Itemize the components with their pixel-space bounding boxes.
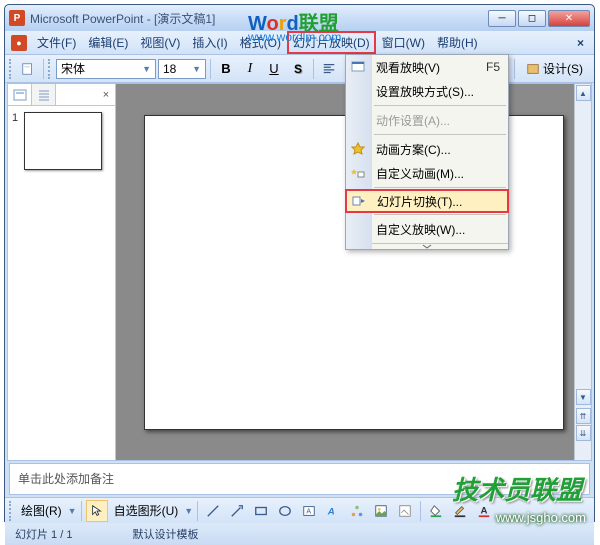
- separator: [81, 501, 82, 521]
- menu-item-label: 设置放映方式(S)...: [376, 83, 474, 100]
- textbox-icon[interactable]: A: [298, 500, 320, 522]
- menu-animation-schemes[interactable]: 动画方案(C)...: [346, 137, 508, 161]
- italic-button[interactable]: I: [239, 58, 261, 80]
- toolbar-handle[interactable]: [9, 59, 13, 79]
- notes-placeholder: 单击此处添加备注: [18, 472, 114, 486]
- new-slide-icon[interactable]: [17, 58, 39, 80]
- slide-counter: 幻灯片 1 / 1: [15, 526, 72, 542]
- separator: [210, 59, 211, 79]
- shadow-button[interactable]: S: [287, 58, 309, 80]
- template-name: 默认设计模板: [132, 526, 198, 542]
- oval-icon[interactable]: [274, 500, 296, 522]
- dropdown-arrow-icon: ▼: [142, 64, 151, 74]
- menu-item-label: 自定义放映(W)...: [376, 221, 465, 238]
- prev-slide-icon[interactable]: ⇈: [576, 408, 591, 424]
- separator: [514, 59, 515, 79]
- play-show-icon: [350, 59, 366, 75]
- menu-slide-transition[interactable]: 幻灯片切换(T)...: [345, 189, 509, 213]
- line-icon[interactable]: [202, 500, 224, 522]
- watermark-url: www.wordlm.com: [248, 30, 341, 44]
- close-document-button[interactable]: ×: [569, 34, 592, 52]
- dropdown-arrow-icon: ▼: [184, 506, 193, 516]
- office-icon[interactable]: ●: [11, 35, 27, 51]
- close-button[interactable]: ✕: [548, 10, 590, 27]
- close-panel-button[interactable]: ×: [97, 84, 115, 105]
- watermark-jsy: 技术员联盟: [452, 470, 582, 507]
- watermark-jsgho: www.jsgho.com: [496, 510, 586, 525]
- menu-insert[interactable]: 插入(I): [186, 31, 233, 54]
- slide-number: 1: [12, 112, 24, 170]
- slide-preview: [24, 112, 102, 170]
- align-left-icon[interactable]: [318, 58, 340, 80]
- separator: [43, 59, 44, 79]
- thumbnails-panel: × 1: [8, 84, 116, 460]
- svg-text:A: A: [307, 508, 312, 515]
- diagram-icon[interactable]: [346, 500, 368, 522]
- menu-custom-shows[interactable]: 自定义放映(W)...: [346, 217, 508, 241]
- custom-animation-icon: [350, 165, 366, 181]
- menu-action-settings: 动作设置(A)...: [346, 108, 508, 132]
- separator: [313, 59, 314, 79]
- menu-item-label: 幻灯片切换(T)...: [377, 193, 462, 210]
- select-objects-icon[interactable]: [86, 500, 108, 522]
- slide-thumbnail[interactable]: 1: [8, 106, 115, 176]
- window-controls: ─ ◻ ✕: [488, 10, 590, 27]
- maximize-button[interactable]: ◻: [518, 10, 546, 27]
- statusbar: 幻灯片 1 / 1 默认设计模板: [5, 523, 594, 545]
- thumbnail-tabs: ×: [8, 84, 115, 106]
- fill-color-icon[interactable]: [425, 500, 447, 522]
- design-button[interactable]: 设计(S): [519, 58, 590, 80]
- font-size-combo[interactable]: 18 ▼: [158, 59, 206, 79]
- scroll-up-icon[interactable]: ▲: [576, 85, 591, 101]
- menu-separator: [374, 105, 506, 106]
- scroll-down-icon[interactable]: ▼: [576, 389, 591, 405]
- clipart-icon[interactable]: [370, 500, 392, 522]
- menu-item-label: 自定义动画(M)...: [376, 165, 464, 182]
- menu-item-label: 观看放映(V): [376, 59, 440, 76]
- bold-button[interactable]: B: [215, 58, 237, 80]
- menu-separator: [374, 134, 506, 135]
- menu-custom-animation[interactable]: 自定义动画(M)...: [346, 161, 508, 185]
- menu-view-show[interactable]: 观看放映(V) F5: [346, 55, 508, 79]
- menu-separator: [374, 214, 506, 215]
- font-name-value: 宋体: [61, 60, 85, 77]
- toolbar-handle[interactable]: [9, 501, 13, 521]
- picture-icon[interactable]: [394, 500, 416, 522]
- menu-view[interactable]: 视图(V): [134, 31, 186, 54]
- separator: [197, 501, 198, 521]
- menu-item-label: 动作设置(A)...: [376, 112, 450, 129]
- font-size-value: 18: [163, 62, 176, 76]
- minimize-button[interactable]: ─: [488, 10, 516, 27]
- menu-separator: [374, 187, 506, 188]
- draw-menu[interactable]: 绘图(R): [17, 502, 66, 519]
- animation-scheme-icon: [350, 141, 366, 157]
- svg-text:A: A: [327, 506, 335, 517]
- menu-shortcut: F5: [486, 60, 500, 74]
- rectangle-icon[interactable]: [250, 500, 272, 522]
- autoshapes-menu[interactable]: 自选图形(U): [110, 502, 183, 519]
- underline-button[interactable]: U: [263, 58, 285, 80]
- menu-window[interactable]: 窗口(W): [376, 31, 431, 54]
- menu-setup-show[interactable]: 设置放映方式(S)...: [346, 79, 508, 103]
- font-name-combo[interactable]: 宋体 ▼: [56, 59, 156, 79]
- slides-tab[interactable]: [8, 84, 32, 105]
- menu-edit[interactable]: 编辑(E): [82, 31, 134, 54]
- vertical-scrollbar[interactable]: ▲ ▼ ⇈ ⇊: [574, 84, 591, 460]
- menu-help[interactable]: 帮助(H): [431, 31, 484, 54]
- slide-transition-icon: [351, 193, 367, 209]
- arrow-icon[interactable]: [226, 500, 248, 522]
- separator: [420, 501, 421, 521]
- dropdown-arrow-icon: ▼: [192, 64, 201, 74]
- dropdown-arrow-icon: ▼: [68, 506, 77, 516]
- slideshow-dropdown: 观看放映(V) F5 设置放映方式(S)... 动作设置(A)... 动画方案(…: [345, 54, 509, 250]
- powerpoint-icon: P: [9, 10, 25, 26]
- design-label: 设计(S): [543, 60, 583, 77]
- wordart-icon[interactable]: A: [322, 500, 344, 522]
- toolbar-handle[interactable]: [48, 59, 52, 79]
- menu-item-label: 动画方案(C)...: [376, 141, 451, 158]
- next-slide-icon[interactable]: ⇊: [576, 425, 591, 441]
- outline-tab[interactable]: [32, 84, 56, 105]
- menu-file[interactable]: 文件(F): [31, 31, 82, 54]
